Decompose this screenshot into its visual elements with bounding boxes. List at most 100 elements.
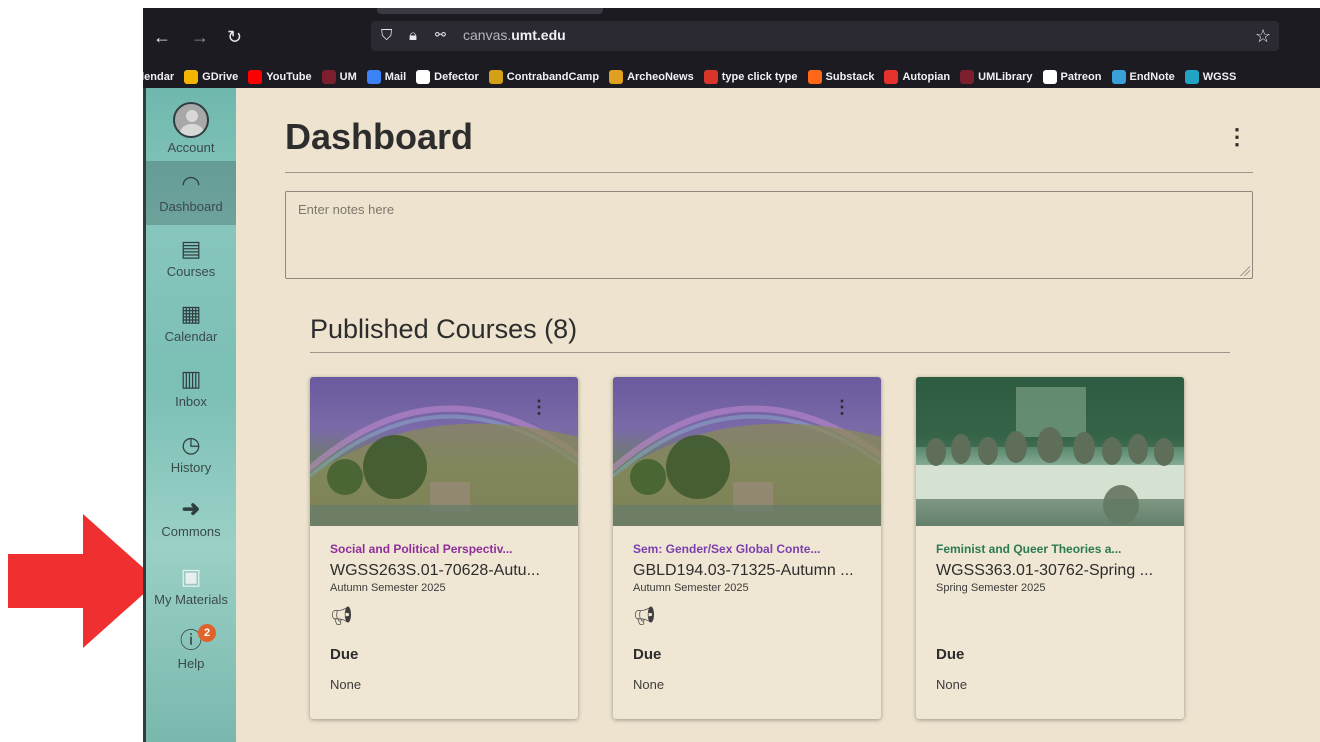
browser-toolbar: ← → ↻ ⛉ 🔒︎ ⚯ canvas.umt.edu ☆ xyxy=(143,8,1320,66)
bookmark-favicon-icon xyxy=(807,70,822,84)
due-label: Due xyxy=(633,646,662,663)
course-card[interactable]: ⋮ Social and Political Perspectiv... WGS… xyxy=(310,377,578,719)
nav-calendar[interactable]: ▦ Calendar xyxy=(146,293,236,357)
global-navigation: Account ◠ Dashboard ▤ Courses ▦ Calendar… xyxy=(143,88,236,742)
due-label: Due xyxy=(330,646,359,663)
announcements-placeholder xyxy=(936,606,1164,630)
bookmark-label: Substack xyxy=(825,71,875,83)
bookmark-item[interactable]: ContrabandCamp xyxy=(488,70,599,84)
back-icon[interactable]: ← xyxy=(153,26,171,48)
course-image[interactable]: ⋮ xyxy=(310,377,578,526)
bookmark-item[interactable]: alendar xyxy=(143,71,174,83)
divider xyxy=(310,352,1230,353)
nav-help[interactable]: ⓘ 2 Help xyxy=(146,624,236,688)
bookmark-item[interactable]: Autopian xyxy=(884,70,950,84)
browser-window: ← → ↻ ⛉ 🔒︎ ⚯ canvas.umt.edu ☆ alendar GDr… xyxy=(143,8,1320,742)
nav-my-materials[interactable]: ▣ My Materials xyxy=(146,556,236,620)
bookmark-label: Defector xyxy=(434,71,479,83)
bookmark-label: alendar xyxy=(143,71,175,83)
course-code: GBLD194.03-71325-Autumn ... xyxy=(633,562,854,579)
course-image[interactable] xyxy=(916,377,1184,526)
avatar xyxy=(173,102,209,138)
bookmark-item[interactable]: Patreon xyxy=(1042,70,1102,84)
bookmark-item[interactable]: YouTube xyxy=(248,70,312,84)
speedometer-icon: ◠ xyxy=(181,171,201,196)
bookmark-item[interactable]: Defector xyxy=(416,70,479,84)
clock-icon: ◷ xyxy=(181,432,201,457)
course-code: WGSS263S.01-70628-Autu... xyxy=(330,562,540,579)
nav-history[interactable]: ◷ History xyxy=(146,424,236,488)
inbox-icon: ▥ xyxy=(180,366,202,391)
due-label: Due xyxy=(936,646,965,663)
address-bar[interactable]: ⛉ 🔒︎ ⚯ canvas.umt.edu xyxy=(371,21,1279,51)
shield-icon[interactable]: ⛉ xyxy=(381,27,392,44)
url-text: canvas.umt.edu xyxy=(463,27,566,43)
course-name[interactable]: Sem: Gender/Sex Global Conte... xyxy=(633,542,861,556)
red-arrow-annotation xyxy=(8,514,158,648)
bookmark-label: Patreon xyxy=(1060,71,1102,83)
bookmark-item[interactable]: Substack xyxy=(807,70,875,84)
bookmark-label: UM xyxy=(339,71,357,83)
course-card[interactable]: Feminist and Queer Theories a... WGSS363… xyxy=(916,377,1184,719)
nav-label: History xyxy=(170,460,212,475)
course-image[interactable]: ⋮ xyxy=(613,377,881,526)
resize-grip-icon[interactable] xyxy=(1240,266,1250,276)
bookmark-label: Autopian xyxy=(902,71,951,83)
course-name[interactable]: Social and Political Perspectiv... xyxy=(330,542,558,556)
page-title: Dashboard xyxy=(285,116,474,157)
nav-courses[interactable]: ▤ Courses xyxy=(146,228,236,292)
bookmark-favicon-icon xyxy=(884,70,899,84)
materials-icon: ▣ xyxy=(180,564,202,589)
reload-icon[interactable]: ↻ xyxy=(227,26,242,48)
bookmark-item[interactable]: GDrive xyxy=(184,70,238,84)
bookmark-favicon-icon xyxy=(321,70,336,84)
course-code: WGSS363.01-30762-Spring ... xyxy=(936,562,1154,579)
due-value: None xyxy=(936,677,968,692)
bookmark-label: EndNote xyxy=(1129,71,1175,83)
permissions-icon[interactable]: ⚯ xyxy=(435,27,446,43)
nav-dashboard[interactable]: ◠ Dashboard xyxy=(146,161,236,225)
notes-textarea[interactable]: Enter notes here xyxy=(285,191,1253,279)
bookmark-label: type click type xyxy=(721,71,798,83)
card-options-icon[interactable]: ⋮ xyxy=(833,397,851,418)
bookmark-label: ArcheoNews xyxy=(627,71,694,83)
bookmark-favicon-icon xyxy=(703,70,718,84)
nav-label: Dashboard xyxy=(159,199,223,214)
bookmark-item[interactable]: UM xyxy=(321,70,357,84)
bookmark-label: YouTube xyxy=(266,71,312,83)
nav-label: My Materials xyxy=(154,592,228,607)
bookmark-star-icon[interactable]: ☆ xyxy=(1255,26,1271,47)
screenshot: ← → ↻ ⛉ 🔒︎ ⚯ canvas.umt.edu ☆ alendar GDr… xyxy=(0,0,1320,742)
nav-inbox[interactable]: ▥ Inbox xyxy=(146,358,236,422)
bookmark-favicon-icon xyxy=(416,70,431,84)
bookmark-favicon-icon xyxy=(488,70,503,84)
forward-icon[interactable]: → xyxy=(191,26,209,48)
bookmark-favicon-icon xyxy=(960,70,975,84)
bookmark-item[interactable]: type click type xyxy=(703,70,798,84)
due-value: None xyxy=(330,677,362,692)
bookmark-favicon-icon xyxy=(1184,70,1199,84)
active-tab[interactable] xyxy=(377,8,603,14)
announcements-icon[interactable]: 📢︎ xyxy=(330,606,558,630)
dashboard-options-icon[interactable]: ⋮ xyxy=(1226,124,1248,150)
nav-commons[interactable]: ➜ Commons xyxy=(146,488,236,552)
course-term: Spring Semester 2025 xyxy=(936,582,1046,594)
cats-last-supper-image xyxy=(916,377,1184,526)
bookmark-favicon-icon xyxy=(1042,70,1057,84)
nav-account[interactable]: Account xyxy=(146,96,236,160)
bookmark-item[interactable]: UMLibrary xyxy=(960,70,1033,84)
announcements-icon[interactable]: 📢︎ xyxy=(633,606,861,630)
course-card[interactable]: ⋮ Sem: Gender/Sex Global Conte... GBLD19… xyxy=(613,377,881,719)
lock-icon[interactable]: 🔒︎ xyxy=(409,27,417,44)
bookmark-label: WGSS xyxy=(1202,71,1237,83)
bookmark-favicon-icon xyxy=(1111,70,1126,84)
bookmark-item[interactable]: Mail xyxy=(366,70,406,84)
nav-label: Commons xyxy=(161,524,221,539)
book-icon: ▤ xyxy=(180,236,202,261)
bookmark-item[interactable]: WGSS xyxy=(1184,70,1237,84)
bookmark-item[interactable]: EndNote xyxy=(1111,70,1175,84)
card-options-icon[interactable]: ⋮ xyxy=(530,397,548,418)
course-name[interactable]: Feminist and Queer Theories a... xyxy=(936,542,1164,556)
bookmark-item[interactable]: ArcheoNews xyxy=(609,70,694,84)
bookmark-label: GDrive xyxy=(202,71,239,83)
